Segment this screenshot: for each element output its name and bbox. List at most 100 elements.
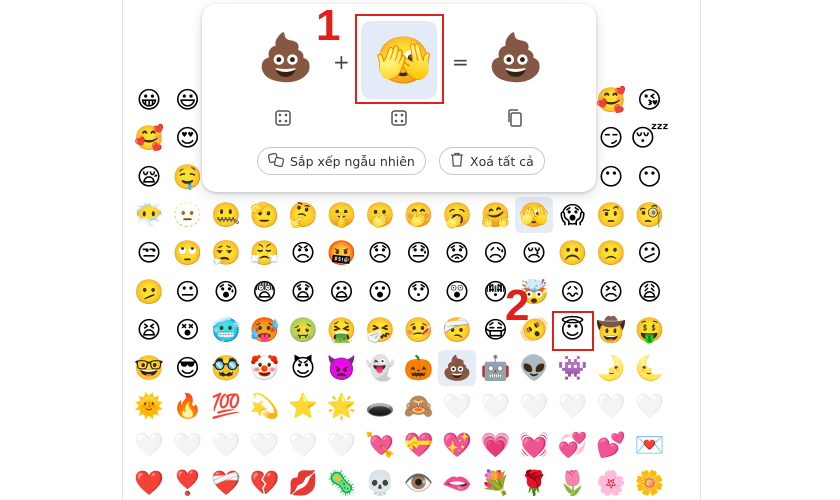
emoji-cell[interactable]: 🤮	[323, 312, 361, 348]
emoji-cell[interactable]: 💀	[361, 465, 399, 500]
emoji-cell[interactable]: 😒	[130, 235, 168, 271]
emoji-cell[interactable]: 🤗	[477, 197, 515, 233]
emoji-cell[interactable]: 😪	[130, 159, 168, 195]
emoji-cell[interactable]: 🔥	[169, 388, 207, 424]
emoji-cell[interactable]: 💞	[554, 427, 592, 463]
emoji-cell[interactable]: 🥶	[207, 312, 245, 348]
emoji-cell[interactable]: 🫥	[169, 197, 207, 233]
emoji-cell[interactable]: 🌛	[592, 350, 630, 386]
dice-right-icon[interactable]	[389, 108, 409, 128]
emoji-cell[interactable]: 🤍	[554, 388, 592, 424]
emoji-cell[interactable]: 🎃	[400, 350, 438, 386]
emoji-cell[interactable]: 😮	[361, 274, 399, 310]
emoji-cell[interactable]: 😦	[323, 274, 361, 310]
emoji-cell[interactable]: 🫢	[361, 197, 399, 233]
emoji-cell[interactable]: 💫	[246, 388, 284, 424]
emoji-cell[interactable]: 👁️	[400, 465, 438, 500]
emoji-cell[interactable]: 🙈	[400, 388, 438, 424]
emoji-cell[interactable]: 🌞	[130, 388, 168, 424]
emoji-cell[interactable]: 😖	[554, 274, 592, 310]
randomize-button[interactable]: Sắp xếp ngẫu nhiên	[257, 147, 426, 175]
emoji-cell[interactable]: 🥵	[246, 312, 284, 348]
emoji-cell[interactable]: 🤍	[631, 388, 669, 424]
emoji-cell[interactable]: 💯	[207, 388, 245, 424]
emoji-cell[interactable]: 🫣	[515, 196, 553, 233]
emoji-cell[interactable]: 💔	[246, 465, 284, 500]
emoji-cell[interactable]: 🌹	[515, 465, 553, 500]
clear-all-button[interactable]: Xoá tất cả	[439, 147, 545, 175]
emoji-cell[interactable]: 😐	[169, 274, 207, 310]
left-emoji-slot[interactable]: 💩	[257, 34, 314, 80]
emoji-cell[interactable]: 😯	[400, 274, 438, 310]
emoji-cell[interactable]: 😎	[169, 350, 207, 386]
emoji-cell[interactable]: 🤍	[592, 388, 630, 424]
emoji-cell[interactable]: 😞	[361, 235, 399, 271]
emoji-cell[interactable]: 🌼	[631, 465, 669, 500]
emoji-cell[interactable]: 🌷	[554, 465, 592, 500]
emoji-cell[interactable]: 🤒	[400, 312, 438, 348]
emoji-cell[interactable]: 💌	[631, 427, 669, 463]
emoji-cell[interactable]: 👻	[361, 350, 399, 386]
emoji-cell[interactable]: ❣️	[169, 465, 207, 500]
emoji-cell[interactable]: 😏	[592, 120, 630, 156]
emoji-cell[interactable]: 😃	[169, 82, 207, 118]
emoji-cell[interactable]: 😓	[400, 235, 438, 271]
emoji-cell[interactable]: 😥	[477, 235, 515, 271]
emoji-cell[interactable]: 😧	[284, 274, 322, 310]
emoji-cell[interactable]: 🤕	[438, 312, 476, 348]
emoji-cell[interactable]: 😨	[246, 274, 284, 310]
emoji-cell[interactable]: 💓	[515, 427, 553, 463]
emoji-cell[interactable]: 😟	[438, 235, 476, 271]
emoji-cell[interactable]: ⭐	[284, 388, 322, 424]
emoji-cell[interactable]: 🙁	[592, 235, 630, 271]
emoji-cell[interactable]: 🤍	[207, 427, 245, 463]
emoji-cell[interactable]: 🤍	[169, 427, 207, 463]
copy-icon[interactable]	[505, 108, 525, 128]
emoji-cell[interactable]: 🫡	[246, 197, 284, 233]
emoji-cell[interactable]: 💕	[592, 427, 630, 463]
emoji-cell[interactable]: 🤍	[515, 388, 553, 424]
emoji-cell[interactable]: 😍	[169, 120, 207, 156]
emoji-cell[interactable]: 👾	[554, 350, 592, 386]
emoji-cell[interactable]: 😮‍💨	[207, 235, 245, 271]
emoji-cell[interactable]: 🤡	[246, 350, 284, 386]
emoji-cell[interactable]: 🧐	[631, 197, 669, 233]
emoji-cell[interactable]: 🌟	[323, 388, 361, 424]
emoji-cell[interactable]: 🤨	[592, 197, 630, 233]
emoji-cell[interactable]: 😲	[438, 274, 476, 310]
emoji-cell[interactable]: 😢	[515, 235, 553, 271]
emoji-cell[interactable]: 🤓	[130, 350, 168, 386]
emoji-cell[interactable]: 👿	[323, 350, 361, 386]
emoji-cell[interactable]: 🤍	[323, 427, 361, 463]
emoji-cell[interactable]: 😩	[631, 274, 669, 310]
emoji-cell[interactable]: 🥰	[130, 120, 168, 156]
emoji-cell[interactable]: 🤑	[631, 312, 669, 348]
emoji-cell[interactable]: 😰	[207, 274, 245, 310]
emoji-cell[interactable]: ❤️‍🩹	[207, 465, 245, 500]
emoji-cell[interactable]: 😵	[169, 312, 207, 348]
emoji-cell[interactable]: 🤧	[361, 312, 399, 348]
emoji-cell[interactable]: 😤	[246, 235, 284, 271]
emoji-cell[interactable]: 🤍	[130, 427, 168, 463]
emoji-cell[interactable]: 😠	[284, 235, 322, 271]
emoji-cell[interactable]: 😶	[631, 159, 669, 195]
emoji-cell[interactable]: 🤍	[284, 427, 322, 463]
emoji-cell[interactable]: 😘	[631, 82, 669, 118]
emoji-cell[interactable]: 🤠	[592, 312, 630, 348]
emoji-cell[interactable]: 🤢	[284, 312, 322, 348]
emoji-cell[interactable]: 🫦	[438, 465, 476, 500]
emoji-cell[interactable]: 🤬	[323, 235, 361, 271]
dice-left-icon[interactable]	[273, 108, 293, 128]
emoji-cell[interactable]: 🌜	[631, 350, 669, 386]
emoji-cell[interactable]: ❤️	[130, 465, 168, 500]
emoji-cell[interactable]: 😶	[592, 159, 630, 195]
emoji-cell[interactable]: 💖	[438, 427, 476, 463]
emoji-cell[interactable]: 💗	[477, 427, 515, 463]
emoji-cell[interactable]: 🥸	[207, 350, 245, 386]
emoji-cell[interactable]: 🤫	[323, 197, 361, 233]
emoji-cell[interactable]: 🦠	[323, 465, 361, 500]
emoji-cell[interactable]: 💘	[361, 427, 399, 463]
emoji-cell[interactable]: 🤍	[246, 427, 284, 463]
emoji-cell[interactable]: 🤭	[400, 197, 438, 233]
emoji-cell[interactable]: 🌸	[592, 465, 630, 500]
